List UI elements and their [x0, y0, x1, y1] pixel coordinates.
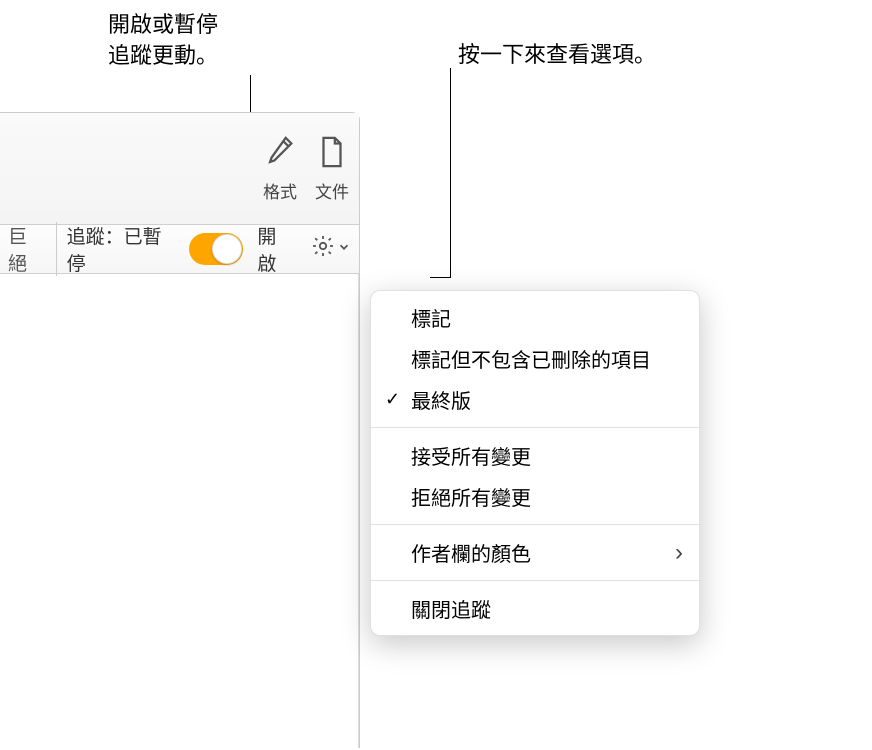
callout-leader-line — [430, 277, 450, 278]
tracking-options-menu: 標記 標記但不包含已刪除的項目 ✓ 最終版 接受所有變更 拒絕所有變更 作者欄的… — [370, 290, 700, 636]
document-canvas[interactable] — [0, 274, 359, 748]
app-window: 格式 文件 巨絕 追蹤：已暫停 開啟 — [0, 112, 360, 748]
chevron-down-icon — [337, 238, 351, 260]
menu-item-final[interactable]: ✓ 最終版 — [371, 379, 699, 420]
document-button[interactable]: 文件 — [315, 135, 349, 203]
tracking-options-button[interactable] — [311, 234, 351, 264]
menu-separator — [371, 524, 699, 525]
tracking-toggle[interactable] — [189, 233, 243, 265]
menu-item-markup[interactable]: 標記 — [371, 297, 699, 338]
document-icon — [315, 135, 349, 174]
menu-item-reject-all[interactable]: 拒絕所有變更 — [371, 476, 699, 517]
callout-gear-options: 按一下來查看選項。 — [458, 40, 656, 71]
menu-item-turn-off-tracking[interactable]: 關閉追蹤 — [371, 588, 699, 629]
review-bar: 巨絕 追蹤：已暫停 開啟 — [0, 225, 359, 274]
reject-button-partial[interactable]: 巨絕 — [8, 222, 57, 276]
check-icon: ✓ — [385, 389, 400, 410]
menu-separator — [371, 580, 699, 581]
toolbar: 格式 文件 — [0, 113, 359, 225]
menu-item-accept-all[interactable]: 接受所有變更 — [371, 435, 699, 476]
format-button[interactable]: 格式 — [263, 135, 297, 203]
menu-separator — [371, 427, 699, 428]
gear-icon — [311, 234, 335, 264]
format-label: 格式 — [263, 178, 297, 203]
menu-item-author-color[interactable]: 作者欄的顏色 — [371, 532, 699, 573]
tracking-status-label: 追蹤：已暫停 — [67, 222, 180, 276]
callout-leader-line — [450, 68, 451, 278]
callout-toggle-tracking: 開啟或暫停 追蹤更動。 — [108, 10, 218, 72]
document-label: 文件 — [315, 178, 349, 203]
toggle-knob — [212, 234, 242, 264]
menu-item-markup-no-deletions[interactable]: 標記但不包含已刪除的項目 — [371, 338, 699, 379]
on-label: 開啟 — [257, 222, 295, 276]
paintbrush-icon — [263, 135, 297, 174]
